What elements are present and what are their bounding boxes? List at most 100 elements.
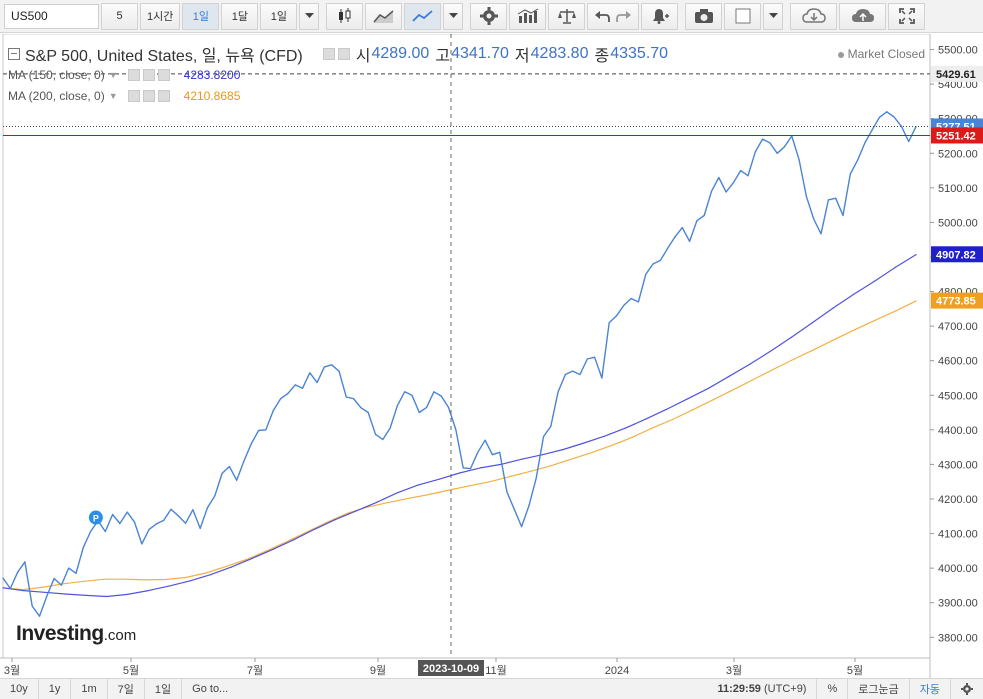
data-point xyxy=(106,595,108,598)
data-point xyxy=(355,510,357,512)
collapse-legend-icon[interactable] xyxy=(8,48,20,60)
interval-dropdown-button[interactable] xyxy=(299,2,320,30)
range-10y-button[interactable]: 10y xyxy=(0,678,39,699)
data-point xyxy=(85,594,87,597)
data-point xyxy=(389,427,391,429)
data-point xyxy=(75,572,77,574)
chart-settings-button[interactable] xyxy=(950,678,983,699)
data-point xyxy=(667,247,669,249)
range-7d-button[interactable]: 7일 xyxy=(108,678,145,699)
fullscreen-button[interactable] xyxy=(888,2,926,30)
data-point xyxy=(205,572,207,574)
data-point xyxy=(521,526,523,528)
data-point xyxy=(168,585,170,587)
interval-select[interactable]: 1일 xyxy=(260,2,298,30)
interval-1d-button[interactable]: 1일 xyxy=(182,2,220,30)
log-scale-button[interactable]: 로그눈금 xyxy=(847,678,908,699)
data-point xyxy=(630,297,632,300)
interval-1mo-button[interactable]: 1달 xyxy=(221,2,259,30)
undo-button[interactable] xyxy=(587,2,640,30)
data-point xyxy=(499,451,501,453)
ma200-remove-icon[interactable] xyxy=(157,89,170,102)
symbol-input[interactable]: US500 xyxy=(4,3,99,29)
bottom-bar-right: 11:29:59 (UTC+9) % 로그눈금 자동 xyxy=(708,678,983,699)
data-point xyxy=(529,470,532,472)
interval-5-button[interactable]: 5 xyxy=(101,2,138,30)
ma200-dropdown-icon[interactable]: ▼ xyxy=(109,91,118,101)
data-point xyxy=(387,501,390,503)
load-chart-button[interactable] xyxy=(790,2,838,30)
data-point xyxy=(272,548,274,551)
save-chart-button[interactable] xyxy=(839,2,887,30)
high-value: 4341.70 xyxy=(451,45,509,62)
indicators-button[interactable] xyxy=(509,2,547,30)
data-point xyxy=(689,240,691,242)
data-point xyxy=(90,530,92,533)
data-point xyxy=(570,458,572,460)
range-1y-button[interactable]: 1y xyxy=(39,678,72,699)
data-point xyxy=(163,519,165,521)
color-dropdown-button[interactable] xyxy=(763,2,784,30)
clock-time: 11:29:59 xyxy=(717,683,761,695)
settings-icon[interactable] xyxy=(337,48,350,60)
data-point xyxy=(404,391,406,393)
ma150-remove-icon[interactable] xyxy=(157,68,170,81)
ma150-dropdown-icon[interactable]: ▼ xyxy=(109,70,118,80)
interval-1h-button[interactable]: 1시간 xyxy=(140,2,181,30)
ma150-settings-icon[interactable] xyxy=(142,68,155,81)
data-point xyxy=(652,263,654,265)
data-point xyxy=(60,584,63,586)
settings-button[interactable] xyxy=(470,2,508,30)
goto-button[interactable]: Go to... xyxy=(182,679,238,699)
area-chart-icon xyxy=(373,10,394,23)
data-point xyxy=(228,465,230,468)
ma200-settings-icon[interactable] xyxy=(142,89,155,102)
data-point xyxy=(811,322,813,324)
data-point xyxy=(893,116,895,118)
y-tick-label: 4600.00 xyxy=(938,356,978,368)
ma150-visibility-icon[interactable] xyxy=(127,68,140,81)
data-point xyxy=(455,428,457,431)
legend-ma200-row: MA (200, close, 0) ▼ 4210.8685 xyxy=(8,85,668,106)
data-point xyxy=(740,170,742,172)
visibility-toggle-icon[interactable] xyxy=(322,48,335,60)
candlestick-chart-button[interactable] xyxy=(326,2,364,30)
x-tick-label: 2024 xyxy=(605,665,629,677)
data-point xyxy=(119,522,121,525)
chart-type-dropdown-button[interactable] xyxy=(443,2,464,30)
area-chart-button[interactable] xyxy=(365,2,403,30)
data-point xyxy=(214,495,216,497)
auto-scale-button[interactable]: 자동 xyxy=(908,678,950,699)
data-point xyxy=(615,315,618,317)
line-chart-button[interactable] xyxy=(404,2,442,30)
compare-button[interactable] xyxy=(548,2,586,30)
chevron-down-icon xyxy=(448,13,458,18)
chart-area[interactable]: 3800.00 3900.00 4000.00 4100.00 4200.00 4300.… xyxy=(0,34,983,678)
color-button[interactable] xyxy=(724,2,762,30)
data-point xyxy=(659,259,662,261)
range-1m-button[interactable]: 1m xyxy=(71,678,108,699)
data-point xyxy=(509,475,511,478)
data-point xyxy=(185,522,187,524)
clock[interactable]: 11:29:59 (UTC+9) xyxy=(708,679,817,699)
data-point xyxy=(594,356,596,358)
data-point xyxy=(82,546,84,549)
indicators-icon xyxy=(517,8,539,23)
ma200-visibility-icon[interactable] xyxy=(127,89,140,102)
price-chart[interactable]: 3800.00 3900.00 4000.00 4100.00 4200.00 4300.… xyxy=(0,34,983,678)
data-point xyxy=(732,182,735,184)
clock-timezone: (UTC+9) xyxy=(764,683,807,695)
data-point xyxy=(827,199,830,201)
data-point xyxy=(790,336,793,338)
data-point xyxy=(417,484,419,486)
data-point xyxy=(408,497,410,499)
screenshot-button[interactable] xyxy=(685,2,723,30)
alert-button[interactable] xyxy=(641,2,679,30)
data-point xyxy=(221,472,223,474)
data-point xyxy=(753,378,755,380)
data-point xyxy=(579,373,581,376)
range-1d-button[interactable]: 1일 xyxy=(145,678,183,699)
percent-scale-button[interactable]: % xyxy=(816,678,847,699)
data-point xyxy=(895,310,897,312)
data-point xyxy=(535,477,537,479)
